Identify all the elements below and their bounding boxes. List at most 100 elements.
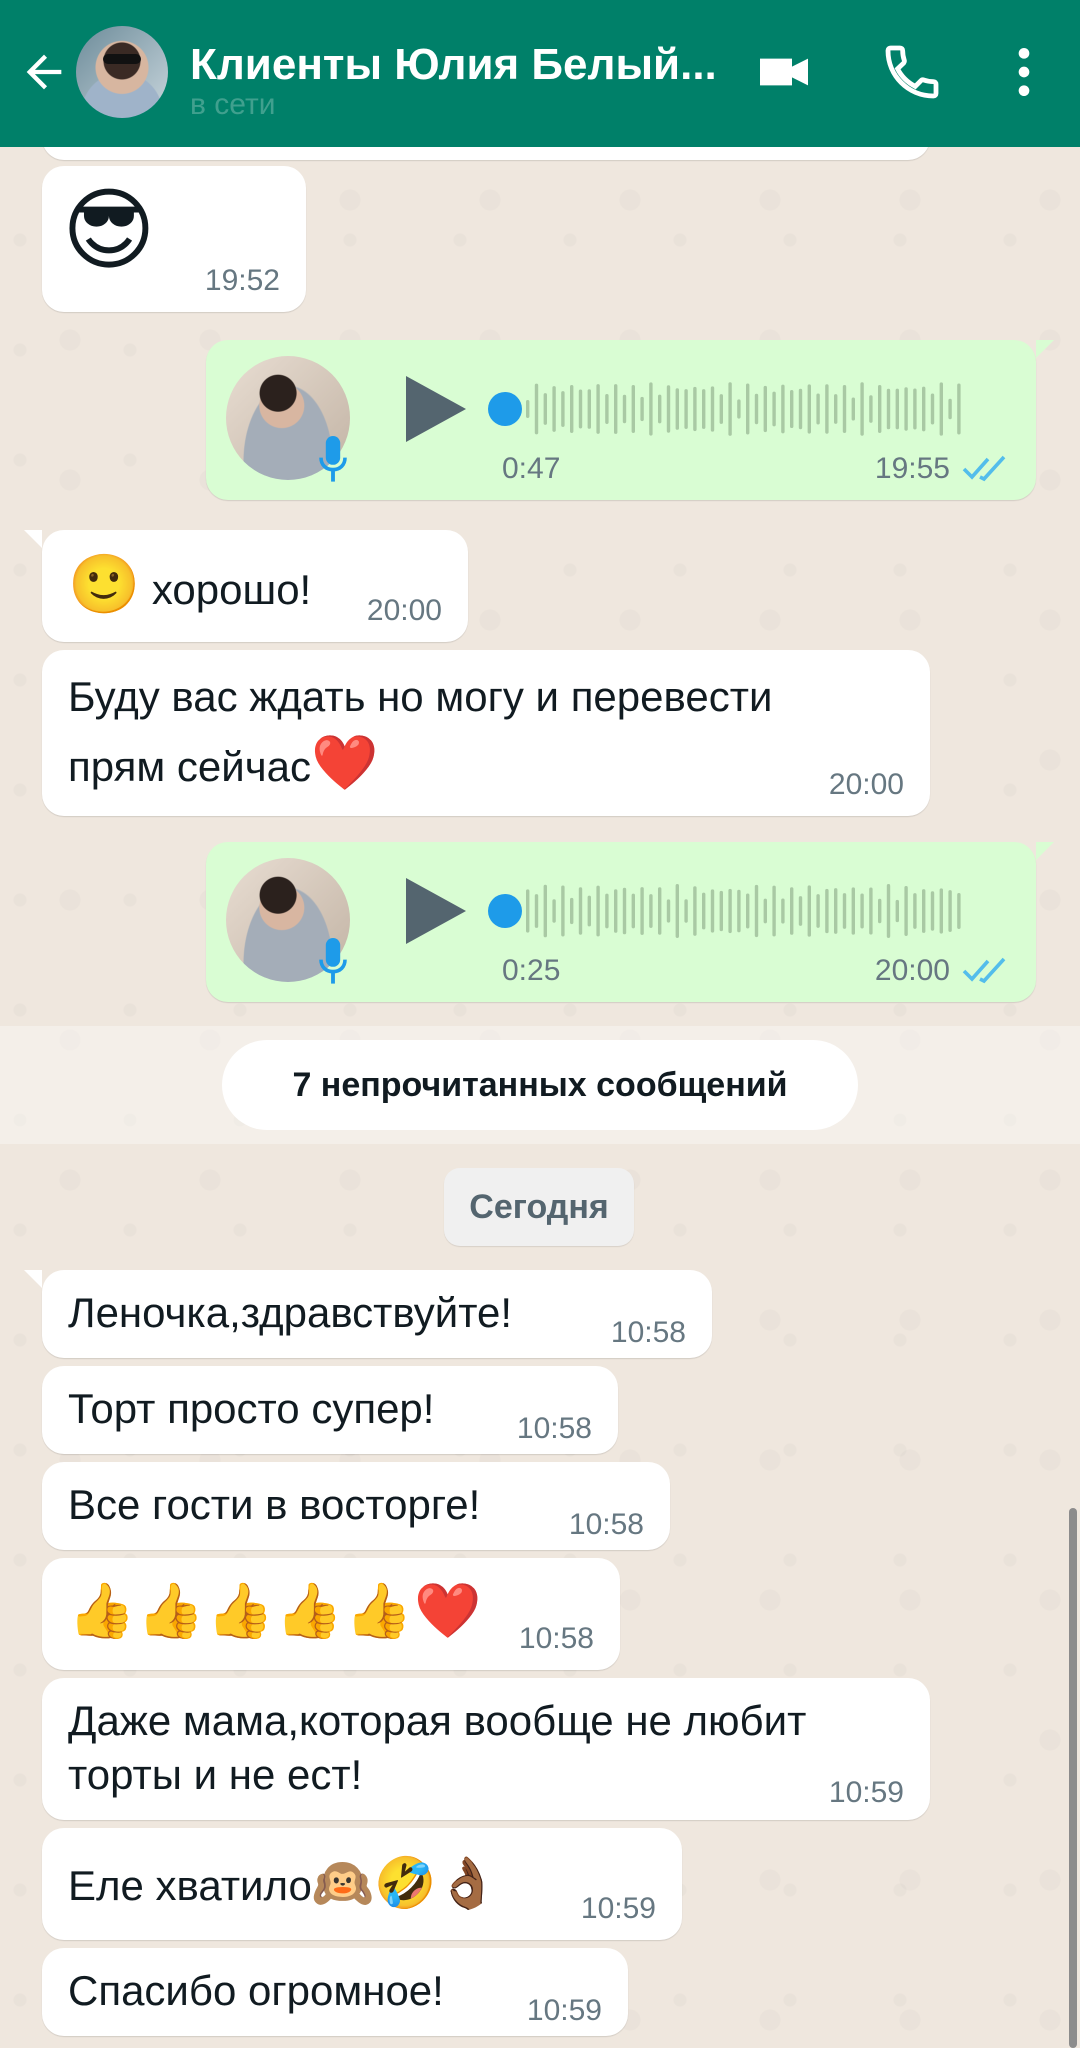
- message-bubble[interactable]: Еле хватило🙉🤣👌🏾 10:59: [42, 1828, 682, 1940]
- waveform-bar: [790, 887, 794, 935]
- waveform-bar: [957, 383, 961, 435]
- waveform-bar: [534, 894, 539, 928]
- waveform-bar: [948, 890, 952, 932]
- waveform-bar: [737, 399, 741, 419]
- message-bubble[interactable]: Буду вас ждать но могу и перевести прям …: [42, 650, 930, 816]
- voice-waveform[interactable]: [526, 882, 966, 940]
- waveform-bar: [561, 391, 565, 427]
- waveform-bar: [922, 889, 926, 933]
- waveform-bar: [948, 398, 952, 420]
- message-bubble[interactable]: 🙂 хорошо! 20:00: [42, 530, 468, 642]
- bubble-tail: [1036, 340, 1054, 358]
- contact-name[interactable]: Клиенты Юлия Белый...: [190, 40, 720, 90]
- voice-message-bubble[interactable]: 0:47 19:55: [206, 340, 1036, 500]
- message-text: Спасибо огромное!: [68, 1967, 444, 2014]
- waveform-bar: [666, 385, 671, 433]
- waveform-bar: [869, 395, 873, 423]
- contact-avatar[interactable]: [76, 26, 168, 118]
- message-text: Все гости в восторге!: [68, 1481, 481, 1528]
- waveform-bar: [851, 887, 855, 935]
- message-bubble[interactable]: Торт просто супер! 10:58: [42, 1366, 618, 1454]
- unread-messages-banner: 7 непрочитанных сообщений: [222, 1040, 858, 1130]
- voice-waveform[interactable]: [526, 380, 966, 438]
- waveform-bar: [587, 389, 591, 429]
- waveform-bar: [702, 389, 706, 429]
- message-bubble[interactable]: 😎 19:52: [42, 166, 306, 312]
- waveform-bar: [710, 889, 715, 933]
- waveform-bar: [534, 383, 539, 435]
- contact-status: в сети: [190, 88, 276, 121]
- voice-message-bubble[interactable]: 0:25 20:00: [206, 842, 1036, 1002]
- message-line-1: Даже мама,которая вообще не любит: [68, 1697, 807, 1744]
- waveform-bar: [754, 393, 759, 425]
- video-call-icon[interactable]: [752, 40, 816, 104]
- voice-duration: 0:25: [502, 954, 561, 987]
- waveform-bar: [526, 889, 530, 933]
- message-bubble[interactable]: Спасибо огромное! 10:59: [42, 1948, 628, 2036]
- message-bubble[interactable]: Даже мама,которая вообще не любит торты …: [42, 1678, 930, 1820]
- waveform-bar: [719, 890, 723, 932]
- more-vert-icon[interactable]: [992, 40, 1056, 104]
- waveform-bar: [807, 885, 811, 937]
- waveform-bar: [605, 893, 609, 929]
- waveform-bar: [869, 887, 873, 935]
- waveform-bar: [746, 893, 750, 929]
- waveform-bar: [631, 893, 635, 929]
- play-icon[interactable]: [406, 878, 466, 944]
- message-bubble[interactable]: 👍👍👍👍👍❤️ 10:58: [42, 1558, 620, 1670]
- waveform-bar: [834, 888, 838, 934]
- message-time: 10:59: [580, 1892, 656, 1925]
- waveform-bar: [631, 385, 635, 433]
- waveform-bar: [552, 386, 556, 432]
- waveform-bar: [754, 884, 759, 938]
- message-time: 10:59: [828, 1776, 904, 1809]
- waveform-bar: [763, 898, 767, 924]
- waveform-bar: [895, 388, 899, 430]
- waveform-bar: [825, 384, 829, 434]
- message-body: Еле хватило: [68, 1862, 312, 1909]
- message-time: 20:00: [828, 768, 904, 801]
- voice-progress-thumb[interactable]: [488, 392, 522, 426]
- waveform-bar: [781, 898, 785, 924]
- waveform-bar: [939, 382, 943, 436]
- waveform-bar: [798, 896, 803, 926]
- waveform-bar: [561, 885, 565, 937]
- waveform-bar: [781, 384, 785, 434]
- waveform-bar: [666, 899, 671, 923]
- waveform-bar: [913, 893, 917, 929]
- mic-icon: [319, 436, 347, 482]
- waveform-bar: [649, 382, 653, 436]
- message-line-2: торты и не ест!: [68, 1751, 363, 1798]
- waveform-bar: [763, 385, 767, 433]
- message-text: 🙂 хорошо!: [68, 552, 311, 623]
- waveform-bar: [886, 388, 891, 430]
- waveform-bar: [710, 386, 715, 432]
- play-icon[interactable]: [406, 376, 466, 442]
- waveform-bar: [719, 394, 723, 424]
- waveform-bar: [798, 388, 803, 430]
- phone-icon[interactable]: [880, 40, 944, 104]
- waveform-bar: [737, 889, 741, 933]
- message-bubble[interactable]: Все гости в восторге! 10:58: [42, 1462, 670, 1550]
- voice-progress-thumb[interactable]: [488, 894, 522, 928]
- bubble-tail: [24, 530, 42, 548]
- waveform-bar: [675, 884, 679, 938]
- message-time: 20:00: [366, 594, 442, 627]
- waveform-bar: [746, 383, 750, 435]
- back-arrow-icon[interactable]: [18, 46, 70, 98]
- waveform-bar: [543, 393, 547, 425]
- waveform-bar: [904, 886, 908, 936]
- message-body: хорошо!: [151, 566, 312, 613]
- scrollbar[interactable]: [1069, 1508, 1077, 2048]
- waveform-bar: [596, 384, 600, 434]
- double-check-icon: [962, 455, 1006, 482]
- waveform-bar: [605, 394, 609, 424]
- message-bubble[interactable]: Леночка,здравствуйте! 10:58: [42, 1270, 712, 1358]
- waveform-bar: [640, 887, 644, 935]
- message-text: Еле хватило🙉🤣👌🏾: [68, 1850, 499, 1919]
- message-emoji: 🙉🤣👌🏾: [311, 1855, 499, 1911]
- waveform-bar: [842, 385, 847, 433]
- message-time: 10:58: [568, 1508, 644, 1541]
- message-text: Торт просто супер!: [68, 1385, 435, 1432]
- waveform-bar: [702, 892, 706, 930]
